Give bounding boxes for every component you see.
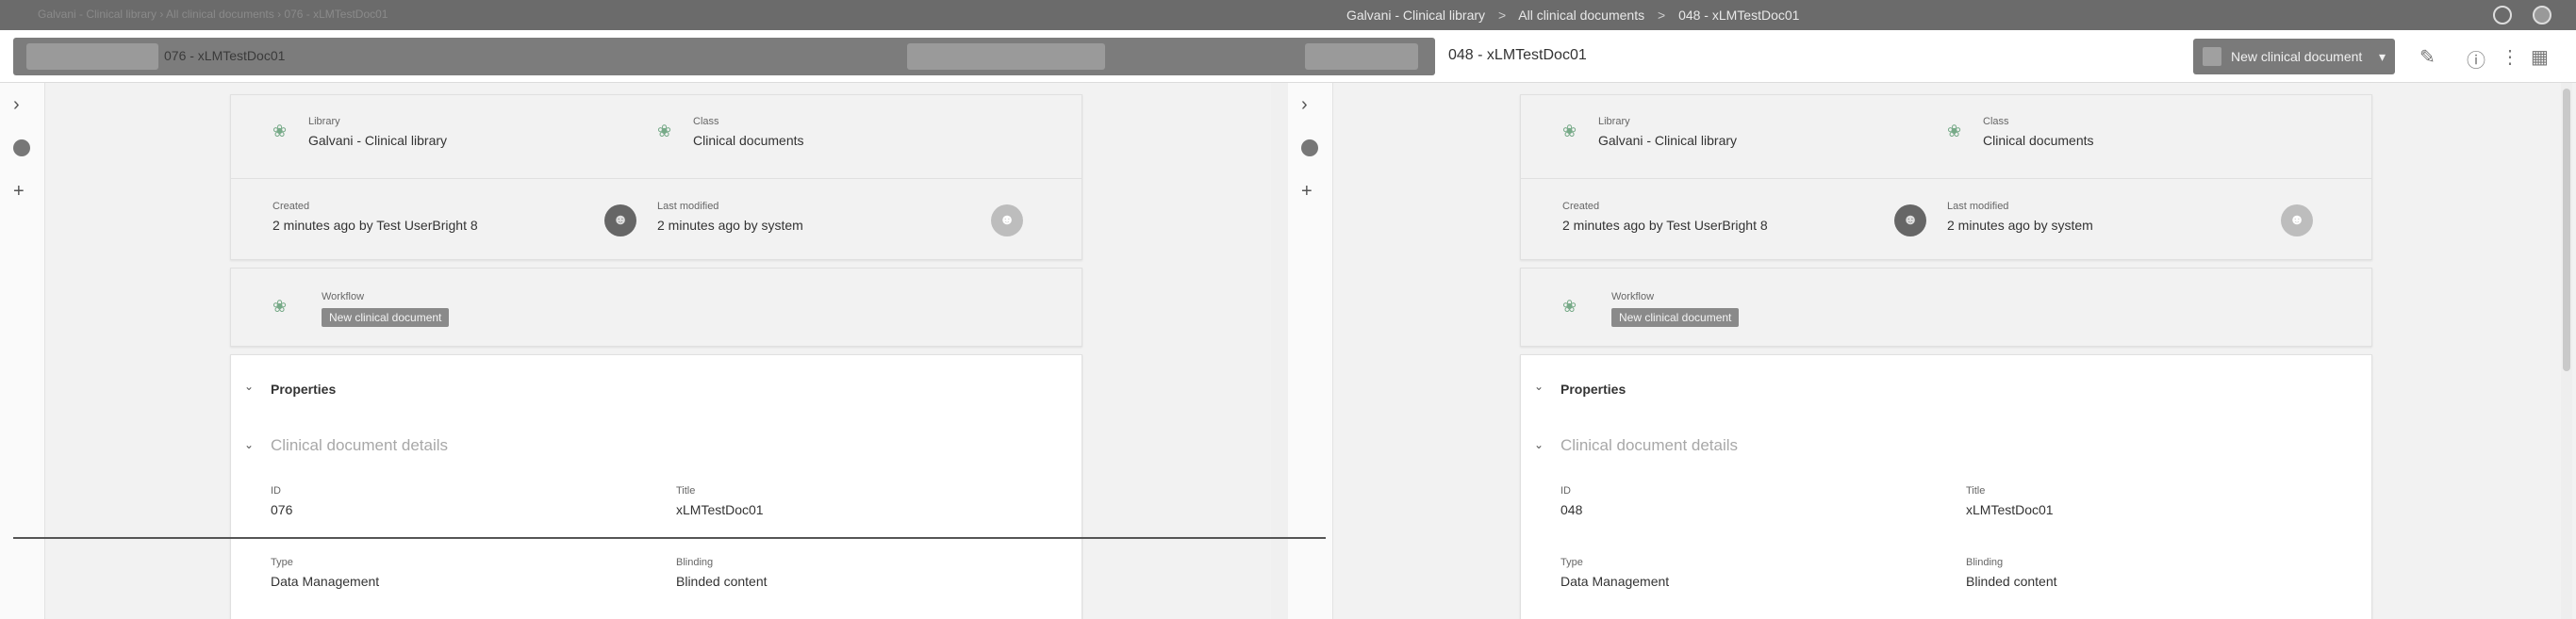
document-pane-right: ❀ Library Galvani - Clinical library ❀ C… [1333,83,2576,619]
document-icon [2203,47,2221,66]
breadcrumb-library[interactable]: Galvani - Clinical library [1346,8,1485,23]
document-title: 048 - xLMTestDoc01 [1448,47,1587,63]
left-document-title: 076 - xLMTestDoc01 [164,48,286,63]
scrollbar-thumb[interactable] [2563,89,2570,371]
blinding-label: Blinding [1966,557,2004,568]
info-icon[interactable]: ⓘ [2467,45,2485,73]
left-toolbar-chip[interactable] [26,43,158,70]
modified-value: 2 minutes ago by system [1947,218,2093,233]
workflow-card: ❀ Workflow New clinical document [1520,268,2372,347]
class-label: Class [1983,116,2009,127]
chevron-down-icon[interactable]: ⌄ [244,438,254,451]
workflow-label: Workflow [1611,291,1655,302]
chevron-down-icon: ▾ [2378,49,2386,64]
class-icon: ❀ [1947,122,1962,140]
divider [231,178,1082,179]
more-icon[interactable]: ⋮ [2501,45,2519,69]
properties-heading[interactable]: Properties [1560,382,1626,397]
user-icon[interactable] [2533,6,2551,24]
created-value: 2 minutes ago by Test UserBright 8 [1562,218,1768,233]
workflow-icon: ❀ [1562,297,1577,316]
new-clinical-document-label: New clinical document [2231,49,2363,64]
creator-avatar[interactable]: ☻ [1894,204,1926,236]
title-value: xLMTestDoc01 [1966,502,2054,517]
left-toolbar-block: 076 - xLMTestDoc01 [13,38,1435,75]
properties-card: ⌄ Properties ⌄ Clinical document details… [1520,354,2372,619]
modifier-avatar[interactable]: ☻ [2281,204,2313,236]
type-value: Data Management [271,574,380,589]
class-value[interactable]: Clinical documents [1983,133,2094,148]
blinding-value: Blinded content [676,574,768,589]
created-label: Created [1562,201,1600,212]
chevron-right-icon[interactable]: › [13,94,20,116]
title-value: xLMTestDoc01 [676,502,764,517]
library-label: Library [308,116,340,127]
collapse-dot-icon[interactable] [13,139,30,156]
id-value: 048 [1560,502,1583,517]
class-label: Class [693,116,719,127]
blinding-label: Blinding [676,557,714,568]
left-toolbar-search[interactable] [907,43,1105,70]
title-label: Title [1966,485,1986,497]
plus-icon[interactable]: + [13,181,25,203]
breadcrumb-current-document: 048 - xLMTestDoc01 [1678,8,1800,23]
breadcrumb: Galvani - Clinical library > All clinica… [1346,8,1808,23]
workflow-label: Workflow [322,291,365,302]
workflow-state-chip[interactable]: New clinical document [322,308,450,327]
plus-icon[interactable]: + [1301,181,1313,203]
workflow-card: ❀ Workflow New clinical document [230,268,1082,347]
modified-label: Last modified [1947,201,2009,212]
properties-heading[interactable]: Properties [271,382,336,397]
created-label: Created [272,201,310,212]
metadata-card: ❀ Library Galvani - Clinical library ❀ C… [230,94,1082,260]
modified-label: Last modified [657,201,719,212]
type-label: Type [271,557,293,568]
modifier-avatar[interactable]: ☻ [991,204,1023,236]
divider [1521,178,2371,179]
faded-breadcrumb: Galvani - Clinical library › All clinica… [38,8,388,21]
type-value: Data Management [1560,574,1670,589]
class-icon: ❀ [657,122,672,140]
created-value: 2 minutes ago by Test UserBright 8 [272,218,478,233]
clinical-document-details-heading[interactable]: Clinical document details [1560,436,1738,455]
left-toolbar-button[interactable] [1305,43,1418,70]
title-label: Title [676,485,696,497]
library-value[interactable]: Galvani - Clinical library [308,133,447,148]
modified-value: 2 minutes ago by system [657,218,803,233]
new-clinical-document-button[interactable]: New clinical document ▾ [2193,39,2395,74]
chevron-down-icon[interactable]: ⌄ [1534,438,1544,451]
clinical-document-details-heading[interactable]: Clinical document details [271,436,448,455]
chevron-down-icon[interactable]: ⌄ [1534,380,1544,393]
collapse-dot-icon[interactable] [1301,139,1318,156]
id-label: ID [1560,485,1571,497]
toolbar: 076 - xLMTestDoc01 048 - xLMTestDoc01 Ne… [0,30,2576,83]
workflow-state-chip[interactable]: New clinical document [1611,308,1740,327]
breadcrumb-all-documents[interactable]: All clinical documents [1518,8,1644,23]
top-bar: Galvani - Clinical library › All clinica… [0,0,2576,30]
id-label: ID [271,485,281,497]
workflow-icon: ❀ [272,297,288,316]
library-label: Library [1598,116,1630,127]
class-value[interactable]: Clinical documents [693,133,804,148]
type-label: Type [1560,557,1583,568]
chevron-right-icon[interactable]: › [1301,94,1308,116]
pencil-icon[interactable]: ✎ [2419,45,2436,69]
library-icon: ❀ [1562,122,1577,140]
breadcrumb-separator: > [1657,8,1666,23]
blinding-value: Blinded content [1966,574,2057,589]
breadcrumb-separator: > [1497,8,1507,23]
properties-card: ⌄ Properties ⌄ Clinical document details… [230,354,1082,619]
bottom-divider [13,537,1326,546]
scrollbar[interactable] [2561,83,2572,619]
library-icon: ❀ [272,122,288,140]
library-value[interactable]: Galvani - Clinical library [1598,133,1737,148]
chevron-down-icon[interactable]: ⌄ [244,380,254,393]
help-icon[interactable] [2493,6,2512,24]
metadata-card: ❀ Library Galvani - Clinical library ❀ C… [1520,94,2372,260]
calendar-icon[interactable]: ▦ [2531,45,2549,69]
id-value: 076 [271,502,293,517]
creator-avatar[interactable]: ☻ [604,204,636,236]
